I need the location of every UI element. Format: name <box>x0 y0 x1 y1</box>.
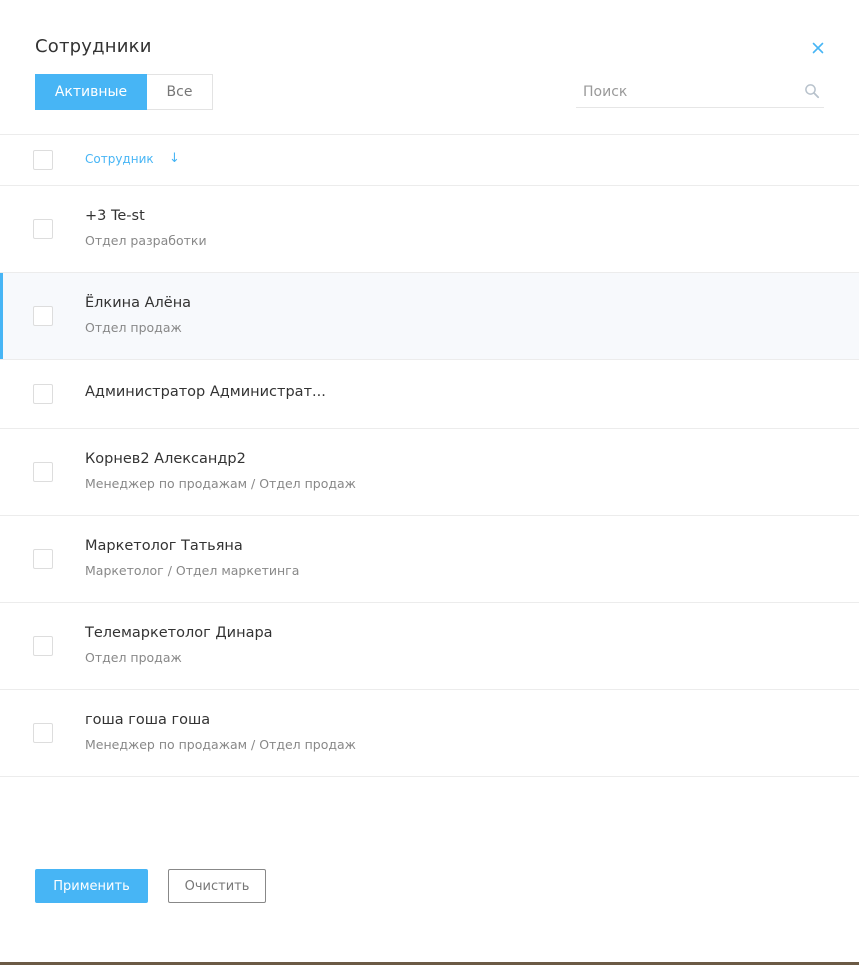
employee-subtitle: Отдел продаж <box>85 650 182 665</box>
employee-name: Корнев2 Александр2 <box>85 451 246 467</box>
table-row[interactable]: Корнев2 Александр2 Менеджер по продажам … <box>0 429 859 516</box>
employee-subtitle: Менеджер по продажам / Отдел продаж <box>85 476 356 491</box>
table-row[interactable]: Маркетолог Татьяна Маркетолог / Отдел ма… <box>0 516 859 603</box>
row-checkbox[interactable] <box>33 384 53 404</box>
apply-button[interactable]: Применить <box>35 869 148 903</box>
employee-name: гоша гоша гоша <box>85 712 211 728</box>
tab-active[interactable]: Активные <box>35 74 147 110</box>
select-all-checkbox[interactable] <box>33 150 53 170</box>
employee-name: +3 Te-st <box>85 208 145 224</box>
row-checkbox[interactable] <box>33 462 53 482</box>
table-row[interactable]: Ёлкина Алёна Отдел продаж <box>0 273 859 360</box>
table-row[interactable]: гоша гоша гоша Менеджер по продажам / От… <box>0 690 859 777</box>
table-row[interactable]: +3 Te-st Отдел разработки <box>0 186 859 273</box>
employee-name: Маркетолог Татьяна <box>85 538 243 554</box>
employees-dialog: Сотрудники Активные Все Сотрудник ↓ +3 T… <box>0 0 859 962</box>
row-checkbox[interactable] <box>33 219 53 239</box>
row-checkbox[interactable] <box>33 549 53 569</box>
table-row[interactable]: Телемаркетолог Динара Отдел продаж <box>0 603 859 690</box>
arrow-down-icon[interactable]: ↓ <box>169 151 180 166</box>
row-checkbox[interactable] <box>33 636 53 656</box>
employee-name: Администратор Администрат... <box>85 384 326 400</box>
table-header: Сотрудник ↓ <box>0 134 859 186</box>
table-row[interactable]: Администратор Администрат... <box>0 360 859 429</box>
employee-subtitle: Отдел продаж <box>85 320 182 335</box>
employee-subtitle: Отдел разработки <box>85 233 207 248</box>
employee-name: Телемаркетолог Динара <box>85 625 273 641</box>
employee-subtitle: Маркетолог / Отдел маркетинга <box>85 563 300 578</box>
search-input[interactable] <box>576 76 796 107</box>
dialog-title: Сотрудники <box>35 36 152 57</box>
employee-subtitle: Менеджер по продажам / Отдел продаж <box>85 737 356 752</box>
search-box <box>576 76 824 108</box>
status-filter-tabs: Активные Все <box>35 74 213 110</box>
tab-all[interactable]: Все <box>147 74 213 110</box>
close-icon[interactable] <box>810 40 826 56</box>
row-checkbox[interactable] <box>33 723 53 743</box>
employee-table: Сотрудник ↓ +3 Te-st Отдел разработки Ёл… <box>0 134 859 777</box>
employee-name: Ёлкина Алёна <box>85 295 192 311</box>
row-checkbox[interactable] <box>33 306 53 326</box>
column-header-employee[interactable]: Сотрудник <box>85 152 154 166</box>
search-icon[interactable] <box>804 83 820 99</box>
clear-button[interactable]: Очистить <box>168 869 266 903</box>
